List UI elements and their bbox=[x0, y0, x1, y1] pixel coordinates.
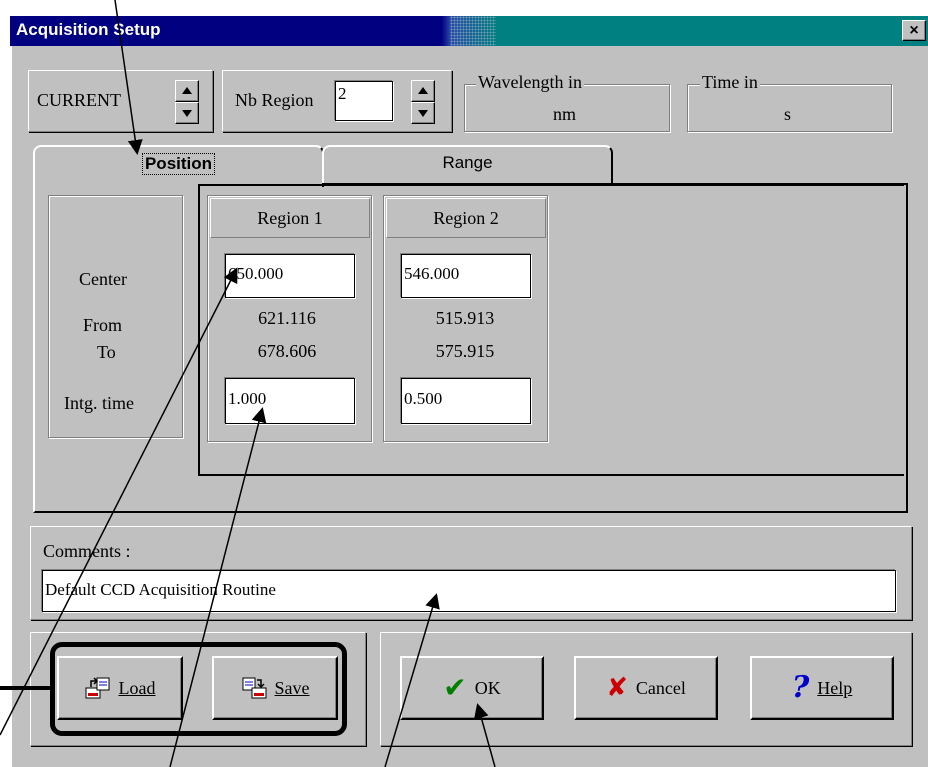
tab-range[interactable]: Range bbox=[322, 145, 613, 185]
wavelength-title: Wavelength in bbox=[476, 72, 585, 93]
region-1-header: Region 1 bbox=[210, 198, 370, 238]
tab-position-label: Position bbox=[141, 153, 216, 175]
wavelength-unit: nm bbox=[553, 104, 577, 124]
mode-spin-down-button[interactable] bbox=[175, 102, 199, 124]
row-labels-box: Center From To Intg. time bbox=[48, 195, 183, 438]
region-1-intg-time-input[interactable]: 1.000 bbox=[225, 378, 355, 424]
comments-label: Comments : bbox=[43, 541, 131, 561]
time-title: Time in bbox=[700, 72, 760, 93]
mode-box: CURRENT bbox=[28, 70, 213, 132]
ok-button[interactable]: ✔ OK bbox=[400, 656, 544, 720]
region-2-center-input[interactable]: 546.000 bbox=[401, 254, 531, 298]
title-bar[interactable]: Acquisition Setup × bbox=[10, 16, 928, 46]
nb-region-box: Nb Region 2 bbox=[222, 70, 452, 132]
intg-time-label: Intg. time bbox=[64, 393, 134, 413]
tab-position[interactable]: Position bbox=[33, 145, 324, 187]
nb-region-spin-down-button[interactable] bbox=[411, 102, 435, 124]
question-icon: ? bbox=[791, 670, 810, 705]
help-label: Help bbox=[817, 677, 853, 698]
region-2-header: Region 2 bbox=[386, 198, 546, 238]
nb-region-spin-up-button[interactable] bbox=[411, 80, 435, 102]
nb-region-spinner[interactable] bbox=[411, 80, 435, 124]
comments-input[interactable]: Default CCD Acquisition Routine bbox=[42, 570, 896, 612]
region-2-intg-time-input[interactable]: 0.500 bbox=[401, 378, 531, 424]
time-unit: s bbox=[784, 104, 792, 124]
check-icon: ✔ bbox=[443, 671, 467, 704]
title-bar-dither bbox=[450, 16, 496, 46]
close-icon: × bbox=[909, 22, 919, 39]
nb-region-label: Nb Region bbox=[235, 90, 314, 110]
x-icon: ✘ bbox=[606, 673, 628, 703]
region-1-center-input[interactable]: 650.000 bbox=[225, 254, 355, 298]
region-2-from-value: 515.913 bbox=[435, 308, 495, 328]
mode-spin-up-button[interactable] bbox=[175, 80, 199, 102]
help-button[interactable]: ? Help bbox=[750, 656, 894, 720]
window-title: Acquisition Setup bbox=[16, 20, 161, 39]
close-button[interactable]: × bbox=[902, 20, 926, 41]
file-buttons-highlight bbox=[50, 642, 347, 736]
region-1-from-value: 621.116 bbox=[258, 308, 316, 328]
region-2-to-value: 575.915 bbox=[435, 341, 495, 361]
cancel-button[interactable]: ✘ Cancel bbox=[574, 656, 718, 720]
ok-label: OK bbox=[474, 677, 501, 698]
mode-spinner[interactable] bbox=[175, 80, 199, 124]
mode-label: CURRENT bbox=[37, 90, 122, 110]
cancel-label: Cancel bbox=[635, 677, 686, 698]
to-label: To bbox=[97, 342, 116, 362]
center-label: Center bbox=[79, 269, 127, 289]
region-1-to-value: 678.606 bbox=[257, 341, 317, 361]
tab-range-label: Range bbox=[442, 153, 493, 172]
from-label: From bbox=[83, 315, 123, 335]
nb-region-input[interactable]: 2 bbox=[335, 81, 393, 121]
